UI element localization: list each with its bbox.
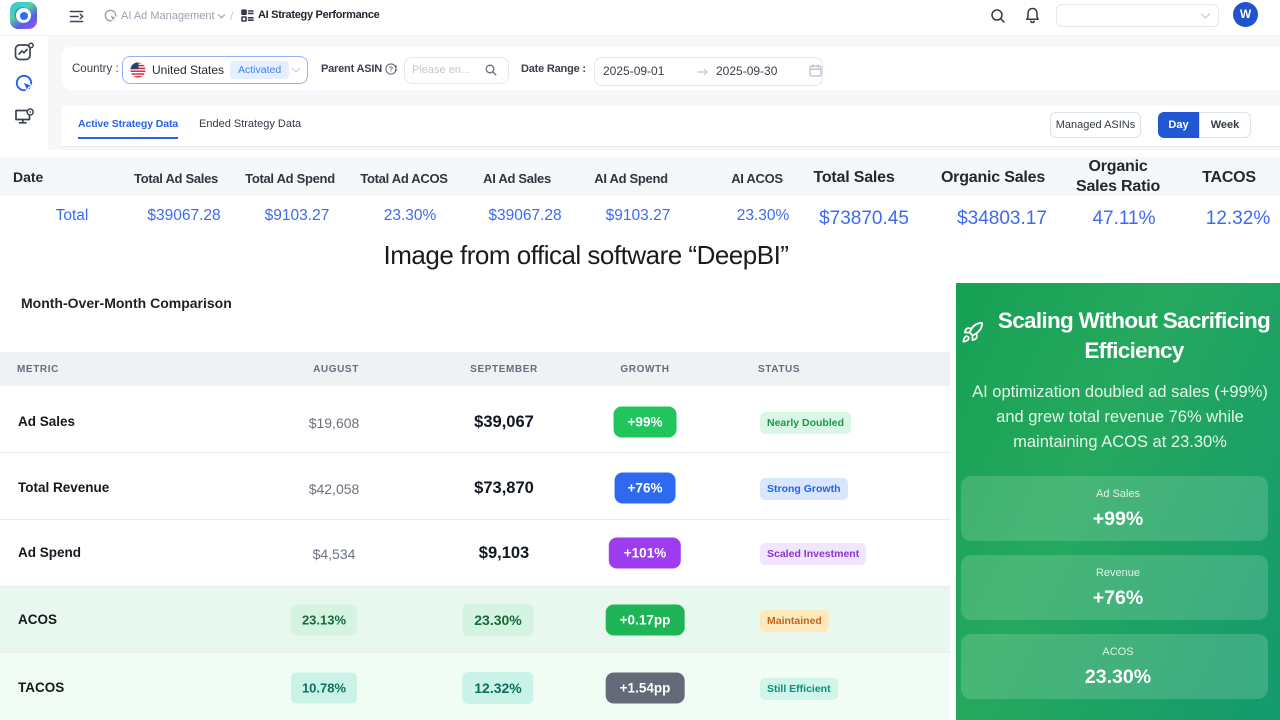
svg-text:?: ?	[389, 65, 394, 74]
